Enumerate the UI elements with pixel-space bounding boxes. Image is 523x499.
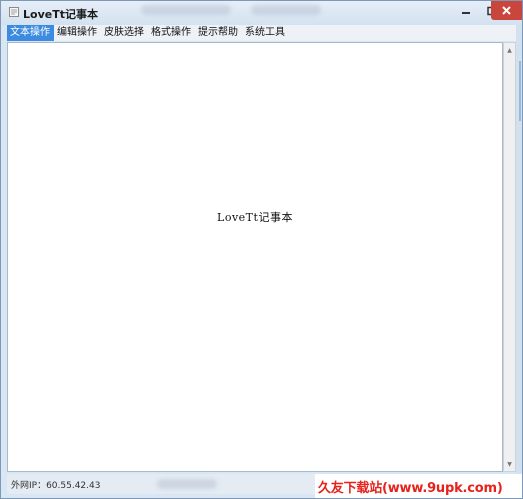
site-watermark: 久友下载站(www.9upk.com) [315, 474, 522, 498]
title-bar[interactable]: LoveTt记事本 [1, 1, 522, 25]
menu-item-text-ops[interactable]: 文本操作 [7, 25, 54, 41]
status-blur-decoration [157, 479, 217, 489]
menu-item-format-ops[interactable]: 格式操作 [148, 25, 195, 41]
scroll-up-icon[interactable]: ▲ [504, 44, 515, 56]
app-window: LoveTt记事本 文本操作 编辑操作 皮肤选择 格式操作 提示帮助 系统工具 [0, 0, 523, 499]
title-blur-decoration [141, 5, 231, 15]
scroll-down-icon[interactable]: ▼ [504, 458, 515, 470]
title-blur-decoration [251, 5, 321, 15]
menu-item-help[interactable]: 提示帮助 [195, 25, 242, 41]
vertical-scrollbar[interactable]: ▲ ▼ [503, 42, 516, 472]
window-title: LoveTt记事本 [23, 8, 98, 21]
minimize-button[interactable] [453, 1, 479, 20]
minimize-icon [462, 11, 470, 14]
editor-content: LoveTt记事本 [217, 211, 293, 224]
menu-item-system-tools[interactable]: 系统工具 [242, 25, 289, 41]
external-ip-label: 外网IP：60.55.42.43 [11, 481, 101, 491]
text-editor-area[interactable]: LoveTt记事本 [7, 42, 503, 472]
close-icon [502, 6, 511, 15]
menu-item-edit-ops[interactable]: 编辑操作 [54, 25, 101, 41]
menu-bar: 文本操作 编辑操作 皮肤选择 格式操作 提示帮助 系统工具 [7, 25, 516, 41]
close-button[interactable] [491, 1, 522, 20]
window-edge-accent [519, 61, 521, 121]
app-icon [9, 7, 19, 17]
menu-item-skin-select[interactable]: 皮肤选择 [101, 25, 148, 41]
